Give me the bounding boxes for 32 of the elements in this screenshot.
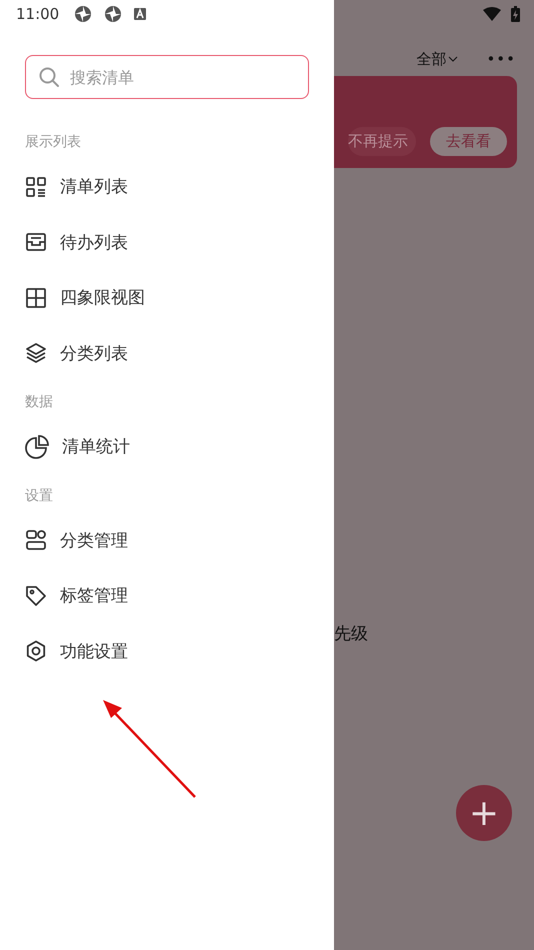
more-button[interactable]: ••• bbox=[486, 50, 516, 68]
category-icon bbox=[25, 529, 47, 552]
app-notification-icon bbox=[73, 4, 94, 24]
section-title: 展示列表 bbox=[24, 133, 82, 152]
menu-item[interactable]: 待办列表 bbox=[0, 214, 334, 270]
pie-chart-icon bbox=[25, 434, 49, 459]
search-icon bbox=[38, 66, 60, 88]
settings-icon bbox=[25, 640, 47, 662]
layers-icon bbox=[25, 342, 47, 364]
menu-item[interactable]: 分类管理 bbox=[0, 512, 334, 568]
grid-list-icon bbox=[25, 176, 47, 198]
filter-dropdown[interactable]: 全部 bbox=[416, 50, 458, 68]
status-time: 11:00 bbox=[16, 5, 60, 23]
keyboard-notification-icon bbox=[133, 7, 148, 21]
menu-item[interactable]: 清单统计 bbox=[0, 419, 334, 474]
menu-item[interactable]: 分类列表 bbox=[0, 326, 334, 381]
battery-icon bbox=[511, 6, 520, 22]
section-title: 数据 bbox=[24, 393, 54, 412]
tag-icon bbox=[25, 584, 47, 607]
inbox-icon bbox=[25, 231, 47, 254]
search-field[interactable]: 搜索清单 bbox=[25, 55, 309, 99]
menu-item[interactable]: 标签管理 bbox=[0, 568, 334, 624]
wifi-icon bbox=[483, 7, 501, 21]
quadrant-icon bbox=[25, 286, 47, 309]
section-title: 设置 bbox=[24, 486, 54, 506]
add-button[interactable]: + bbox=[456, 785, 512, 841]
app-notification-icon bbox=[103, 4, 124, 24]
card-text: 先级 bbox=[334, 623, 368, 645]
menu-item[interactable]: 功能设置 bbox=[0, 624, 334, 679]
chevron-down-icon bbox=[448, 55, 458, 63]
menu-item[interactable]: 四象限视图 bbox=[0, 270, 334, 326]
menu-item[interactable]: 清单列表 bbox=[0, 159, 334, 214]
